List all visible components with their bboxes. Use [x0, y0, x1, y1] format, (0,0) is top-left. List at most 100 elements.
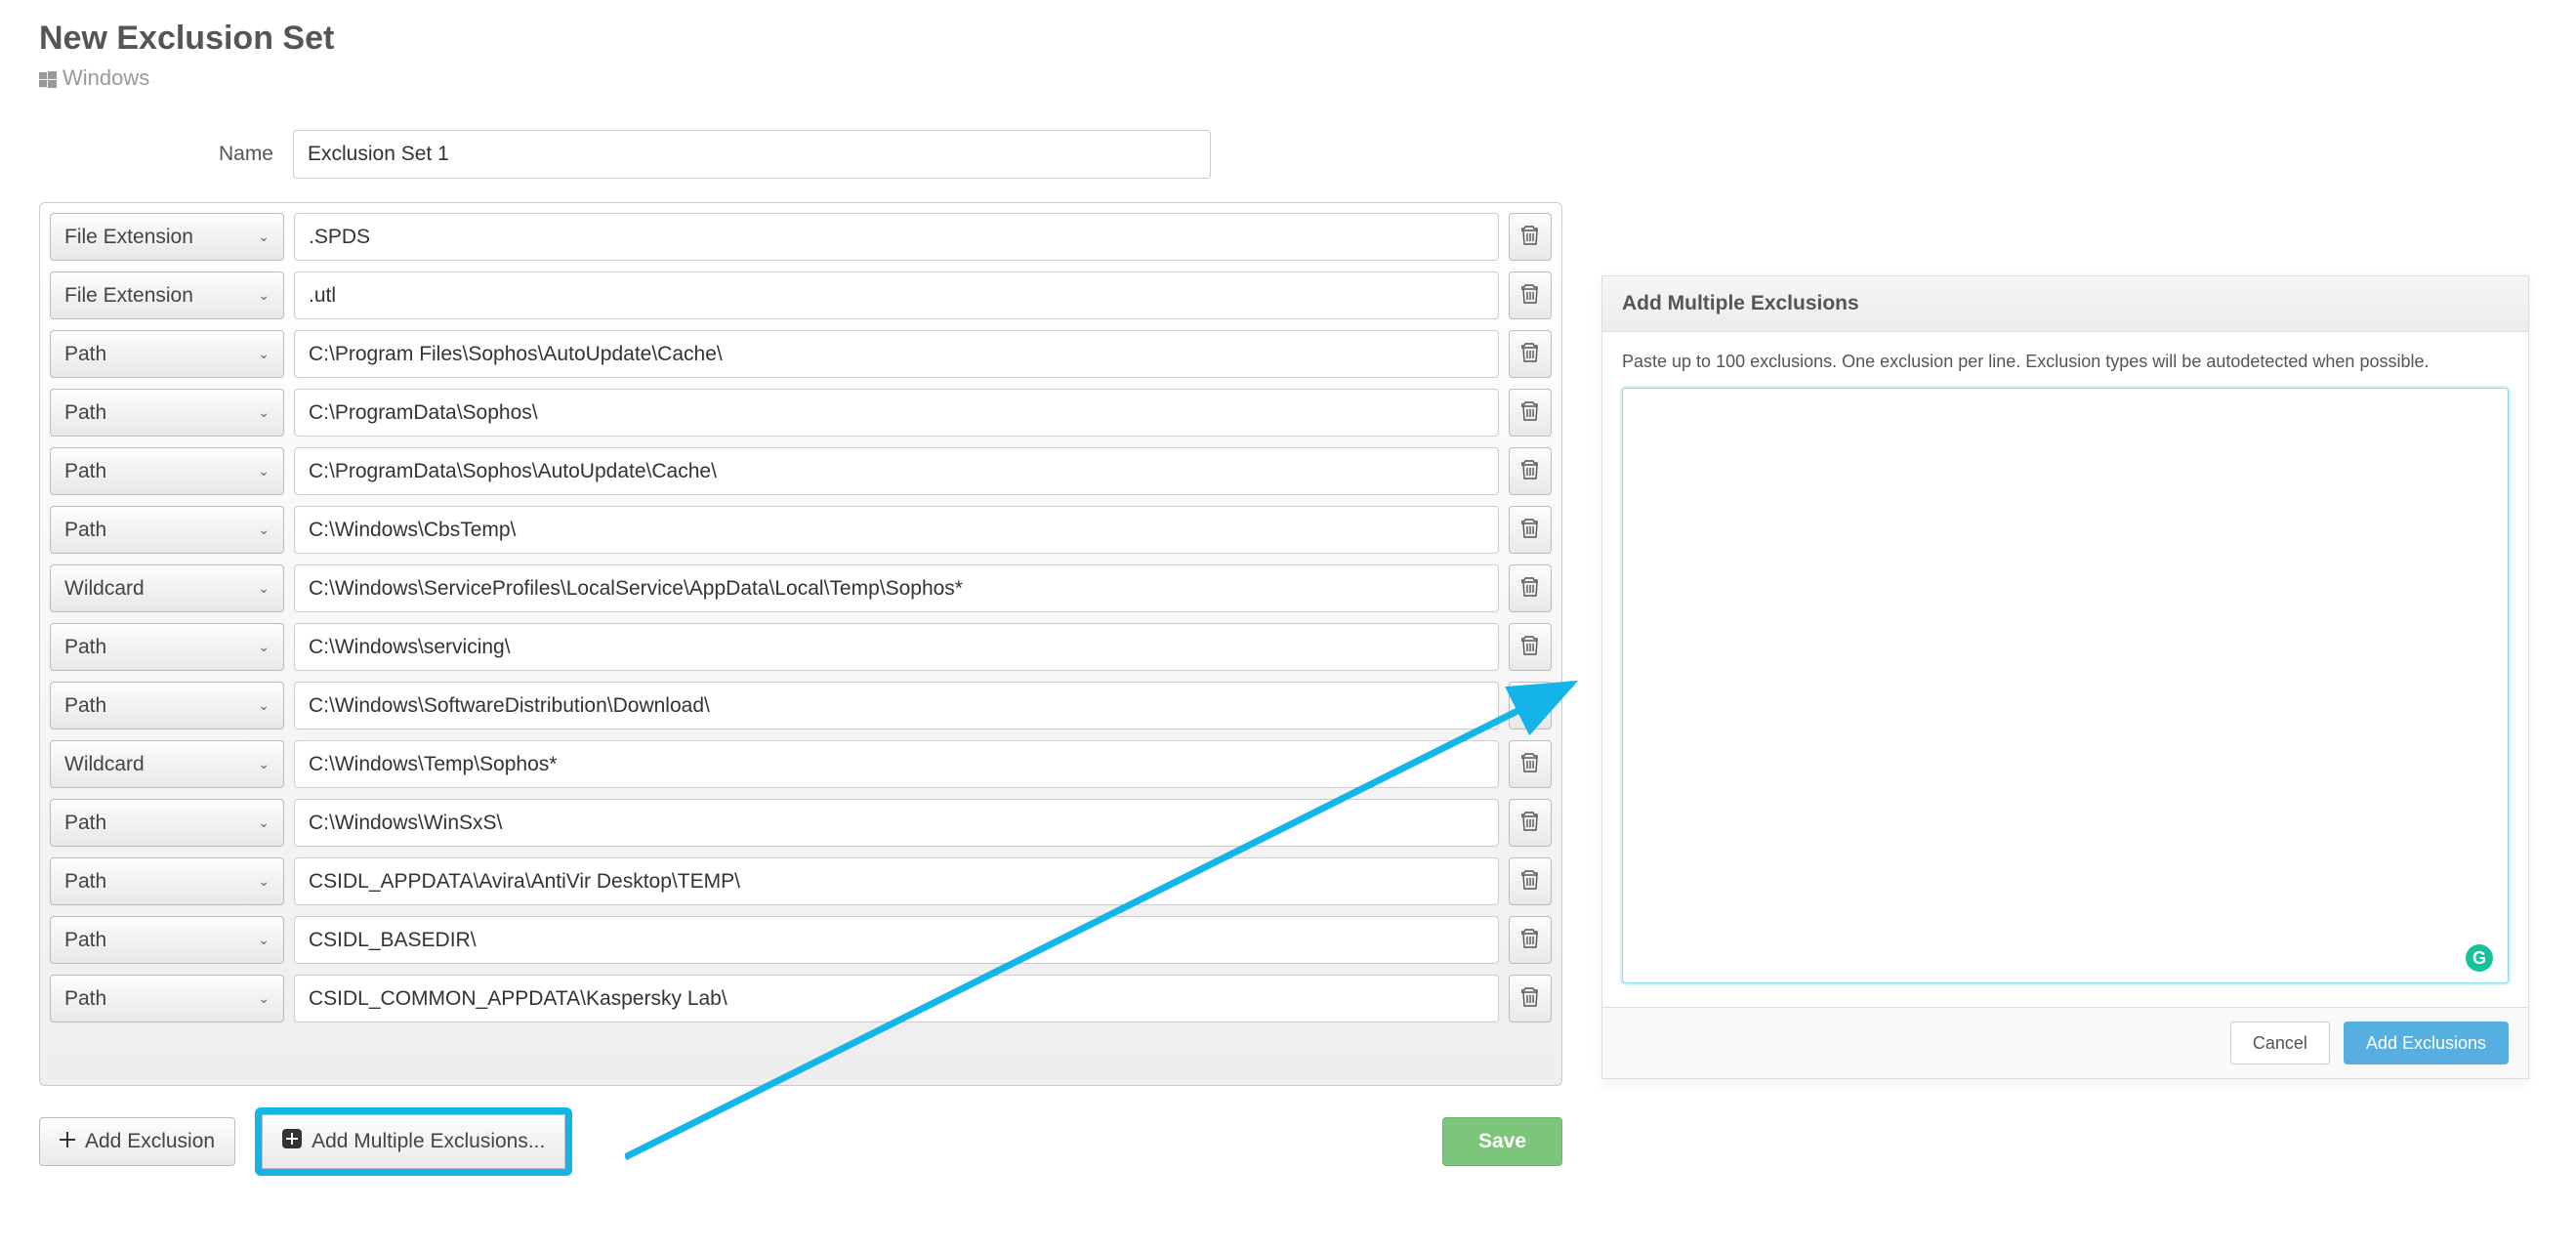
dialog-body: Paste up to 100 exclusions. One exclusio… [1602, 332, 2528, 1007]
dialog-footer: Cancel Add Exclusions [1602, 1007, 2528, 1078]
trash-icon [1521, 870, 1539, 894]
delete-exclusion-button[interactable] [1509, 330, 1552, 378]
exclusion-type-label: File Extension [64, 226, 193, 249]
exclusion-type-select[interactable]: Path⌄ [50, 506, 284, 554]
exclusion-type-label: File Extension [64, 284, 193, 308]
exclusion-value-input[interactable] [294, 271, 1499, 319]
exclusion-type-label: Path [64, 343, 106, 366]
add-exclusion-label: Add Exclusion [85, 1130, 215, 1153]
trash-icon [1521, 284, 1539, 308]
exclusion-value-input[interactable] [294, 682, 1499, 730]
delete-exclusion-button[interactable] [1509, 213, 1552, 261]
delete-exclusion-button[interactable] [1509, 271, 1552, 319]
trash-icon [1521, 753, 1539, 776]
exclusion-type-select[interactable]: Path⌄ [50, 623, 284, 671]
exclusion-type-label: Wildcard [64, 577, 145, 601]
delete-exclusion-button[interactable] [1509, 506, 1552, 554]
trash-icon [1521, 812, 1539, 835]
exclusion-type-label: Path [64, 636, 106, 659]
exclusion-type-select[interactable]: File Extension⌄ [50, 213, 284, 261]
exclusion-value-input[interactable] [294, 506, 1499, 554]
exclusion-row: File Extension⌄ [50, 213, 1552, 261]
add-multiple-dialog: Add Multiple Exclusions Paste up to 100 … [1601, 275, 2529, 1079]
chevron-down-icon: ⌄ [258, 346, 270, 362]
dialog-textarea-wrap: G [1622, 388, 2509, 987]
exclusion-row: Wildcard ⌄ [50, 564, 1552, 612]
exclusion-row: Path⌄ [50, 857, 1552, 905]
exclusion-value-input[interactable] [294, 447, 1499, 495]
exclusion-row: Path ⌄ [50, 916, 1552, 964]
exclusion-type-label: Wildcard [64, 753, 145, 776]
exclusion-type-select[interactable]: File Extension ⌄ [50, 271, 284, 319]
chevron-down-icon: ⌄ [258, 756, 270, 772]
exclusion-type-label: Path [64, 987, 106, 1011]
delete-exclusion-button[interactable] [1509, 564, 1552, 612]
delete-exclusion-button[interactable] [1509, 916, 1552, 964]
chevron-down-icon: ⌄ [258, 697, 270, 714]
trash-icon [1521, 460, 1539, 483]
trash-icon [1521, 226, 1539, 249]
exclusion-value-input[interactable] [294, 740, 1499, 788]
add-exclusions-button[interactable]: Add Exclusions [2344, 1022, 2509, 1064]
delete-exclusion-button[interactable] [1509, 799, 1552, 847]
exclusion-type-select[interactable]: Path⌄ [50, 857, 284, 905]
chevron-down-icon: ⌄ [258, 580, 270, 597]
exclusion-value-input[interactable] [294, 975, 1499, 1022]
add-multiple-exclusions-button[interactable]: Add Multiple Exclusions... [262, 1114, 565, 1169]
delete-exclusion-button[interactable] [1509, 447, 1552, 495]
exclusion-value-input[interactable] [294, 389, 1499, 437]
exclusion-type-select[interactable]: Path⌄ [50, 389, 284, 437]
exclusion-type-select[interactable]: Path⌄ [50, 447, 284, 495]
chevron-down-icon: ⌄ [258, 932, 270, 948]
chevron-down-icon: ⌄ [258, 287, 270, 304]
delete-exclusion-button[interactable] [1509, 857, 1552, 905]
trash-icon [1521, 577, 1539, 601]
plus-square-icon [282, 1129, 302, 1154]
exclusion-value-input[interactable] [294, 857, 1499, 905]
exclusion-value-input[interactable] [294, 330, 1499, 378]
exclusion-value-input[interactable] [294, 623, 1499, 671]
trash-icon [1521, 519, 1539, 542]
exclusions-textarea[interactable] [1622, 388, 2509, 983]
exclusion-value-input[interactable] [294, 564, 1499, 612]
exclusion-type-label: Path [64, 694, 106, 718]
exclusion-value-input[interactable] [294, 213, 1499, 261]
delete-exclusion-button[interactable] [1509, 623, 1552, 671]
exclusion-type-select[interactable]: Path ⌄ [50, 682, 284, 730]
delete-exclusion-button[interactable] [1509, 740, 1552, 788]
name-row: Name [39, 130, 1562, 179]
exclusion-value-input[interactable] [294, 799, 1499, 847]
name-label: Name [39, 143, 273, 166]
trash-icon [1521, 694, 1539, 718]
delete-exclusion-button[interactable] [1509, 389, 1552, 437]
exclusion-set-panel: New Exclusion Set Windows Name File Exte… [39, 20, 1562, 1176]
save-button[interactable]: Save [1442, 1117, 1562, 1166]
exclusion-value-input[interactable] [294, 916, 1499, 964]
add-exclusion-button[interactable]: Add Exclusion [39, 1117, 235, 1166]
chevron-down-icon: ⌄ [258, 463, 270, 480]
exclusion-row: Path ⌄ [50, 975, 1552, 1022]
delete-exclusion-button[interactable] [1509, 975, 1552, 1022]
exclusion-type-select[interactable]: Wildcard ⌄ [50, 740, 284, 788]
grammarly-icon[interactable]: G [2466, 944, 2493, 972]
trash-icon [1521, 929, 1539, 952]
exclusion-type-select[interactable]: Path ⌄ [50, 330, 284, 378]
exclusion-type-select[interactable]: Wildcard ⌄ [50, 564, 284, 612]
exclusion-row: Wildcard ⌄ [50, 740, 1552, 788]
chevron-down-icon: ⌄ [258, 404, 270, 421]
exclusion-type-select[interactable]: Path ⌄ [50, 916, 284, 964]
os-label: Windows [62, 65, 149, 91]
windows-icon [39, 69, 57, 87]
cancel-button[interactable]: Cancel [2230, 1022, 2330, 1064]
delete-exclusion-button[interactable] [1509, 682, 1552, 730]
exclusion-row: Path⌄ [50, 799, 1552, 847]
exclusion-type-label: Path [64, 929, 106, 952]
exclusion-type-select[interactable]: Path⌄ [50, 799, 284, 847]
exclusion-type-select[interactable]: Path ⌄ [50, 975, 284, 1022]
exclusion-type-label: Path [64, 519, 106, 542]
exclusion-type-label: Path [64, 812, 106, 835]
name-input[interactable] [293, 130, 1211, 179]
exclusion-row: Path⌄ [50, 389, 1552, 437]
chevron-down-icon: ⌄ [258, 990, 270, 1007]
add-multiple-label: Add Multiple Exclusions... [312, 1130, 545, 1153]
